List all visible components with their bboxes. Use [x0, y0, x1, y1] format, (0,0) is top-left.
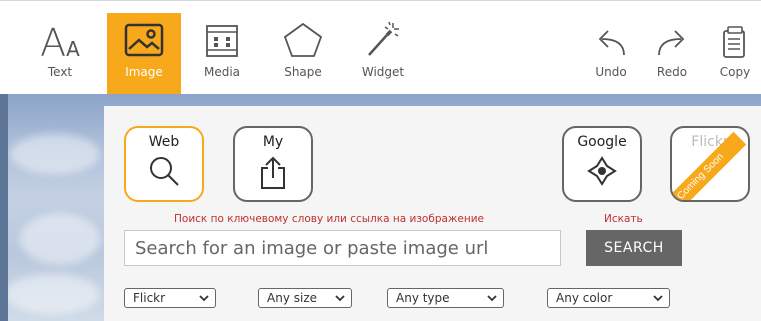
- color-filter-value: Any color: [556, 291, 613, 305]
- copy-icon: [721, 25, 749, 62]
- widget-tool-label: Widget: [361, 65, 405, 79]
- color-filter-dropdown[interactable]: Any color: [547, 288, 670, 308]
- source-flickr-button[interactable]: Flickr Coming Soon: [670, 126, 750, 202]
- search-hint: Поиск по ключевому слову или ссылка на и…: [174, 213, 484, 225]
- undo-label: Undo: [595, 65, 627, 79]
- source-web-label: Web: [148, 134, 180, 150]
- type-filter-dropdown[interactable]: Any type: [387, 288, 504, 308]
- search-input[interactable]: [124, 230, 561, 266]
- search-button[interactable]: SEARCH: [586, 230, 682, 266]
- media-icon: [204, 23, 240, 62]
- undo-icon: [594, 27, 628, 60]
- text-icon: AA: [40, 21, 80, 65]
- text-tool[interactable]: AA Text: [30, 13, 90, 95]
- cloud-decoration: [20, 214, 100, 264]
- toolbar: AA Text Image Media Shape Widget Undo Re…: [0, 0, 761, 95]
- media-tool-label: Media: [203, 65, 241, 79]
- redo-icon: [655, 27, 689, 60]
- left-edge-strip: [0, 94, 8, 321]
- text-icon-small-glyph: A: [66, 37, 80, 61]
- redo-label: Redo: [656, 65, 688, 79]
- widget-tool[interactable]: Widget: [352, 13, 414, 95]
- text-icon-big-glyph: A: [40, 21, 67, 65]
- shape-icon: [282, 21, 324, 62]
- text-tool-label: Text: [47, 65, 73, 79]
- type-filter-value: Any type: [396, 291, 450, 305]
- copy-label: Copy: [719, 65, 751, 79]
- source-my-label: My: [262, 134, 284, 150]
- search-icon: [150, 157, 179, 186]
- size-filter-value: Any size: [267, 291, 317, 305]
- size-filter-dropdown[interactable]: Any size: [258, 288, 352, 308]
- upload-icon: [261, 156, 285, 189]
- search-button-hint: Искать: [604, 213, 643, 225]
- cloud-decoration: [10, 134, 100, 174]
- chevron-down-icon: [335, 295, 345, 302]
- chevron-down-icon: [199, 295, 209, 302]
- shape-tool[interactable]: Shape: [276, 13, 330, 95]
- source-google-label: Google: [577, 134, 627, 150]
- shape-tool-label: Shape: [284, 65, 322, 79]
- chevron-down-icon: [653, 295, 663, 302]
- source-google-button[interactable]: Google: [562, 126, 642, 202]
- copy-button[interactable]: Copy: [712, 13, 758, 95]
- google-icon: [587, 156, 617, 186]
- cloud-decoration: [5, 274, 100, 314]
- image-icon: [124, 23, 164, 60]
- redo-button[interactable]: Redo: [648, 13, 696, 95]
- image-tool[interactable]: Image: [107, 13, 181, 95]
- source-filter-value: Flickr: [133, 291, 166, 305]
- source-web-button[interactable]: Web: [124, 126, 204, 202]
- media-tool[interactable]: Media: [197, 13, 247, 95]
- image-tool-label: Image: [125, 65, 163, 79]
- widget-icon: [363, 21, 403, 62]
- undo-button[interactable]: Undo: [588, 13, 634, 95]
- chevron-down-icon: [487, 295, 497, 302]
- source-filter-dropdown[interactable]: Flickr: [124, 288, 216, 308]
- image-search-panel: Web My Google Flickr Coming Soon Поиск п…: [104, 106, 761, 321]
- source-my-button[interactable]: My: [233, 126, 313, 202]
